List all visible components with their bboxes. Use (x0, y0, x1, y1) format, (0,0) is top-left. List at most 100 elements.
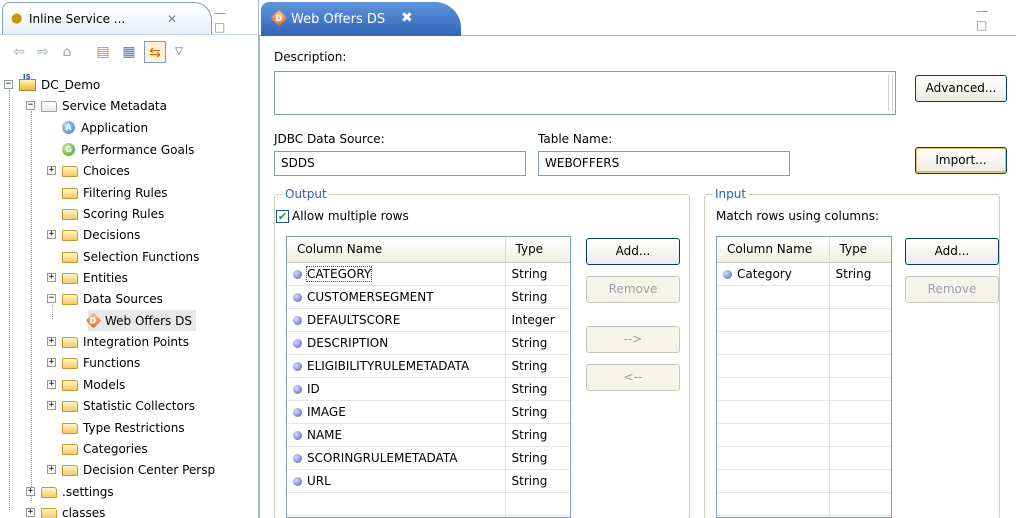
window-controls[interactable]: — □ (214, 6, 258, 34)
forward-arrow-icon[interactable]: ⇨ (32, 41, 54, 63)
collapse-icon[interactable]: − (47, 294, 56, 303)
folder-icon (62, 230, 78, 241)
table-row-empty (717, 354, 891, 378)
table-row[interactable]: CUSTOMERSEGMENT String (287, 285, 570, 309)
column-header-name[interactable]: Column Name (287, 237, 506, 263)
tree-node-performance-goals[interactable]: G Performance Goals (62, 139, 194, 160)
output-columns-table[interactable]: Column Name Type CATEGORY String CUSTOMER… (286, 236, 571, 518)
column-name: ELIGIBILITYRULEMETADATA (307, 358, 470, 373)
move-to-input-button[interactable]: --> (586, 326, 680, 353)
column-header-name[interactable]: Column Name (717, 237, 830, 263)
table-row[interactable]: ID String (287, 377, 570, 401)
tree-node-data-sources[interactable]: − Data Sources (47, 288, 163, 309)
description-field[interactable] (274, 71, 896, 115)
column-name: CUSTOMERSEGMENT (307, 289, 434, 304)
collapse-icon[interactable]: − (4, 80, 13, 89)
tree-node-dc-demo[interactable]: − IS DC_Demo (4, 73, 100, 95)
tree-node-choices[interactable]: + Choices (47, 160, 130, 181)
tree-node-label: Models (83, 377, 126, 392)
tab-inline-service-explorer[interactable]: ● Inline Service ... ✕ (2, 2, 212, 34)
tree-node-label: Decision Center Persp (83, 462, 216, 477)
window-controls[interactable]: — □ (976, 4, 1016, 32)
expand-icon[interactable]: + (26, 508, 35, 517)
table-row-empty (717, 446, 891, 470)
collapse-all-icon[interactable]: ▤ (92, 41, 114, 63)
tree-node-scoring-rules[interactable]: Scoring Rules (62, 203, 164, 224)
table-name-field[interactable]: WEBOFFERS (538, 151, 790, 176)
tree-node-decisions[interactable]: + Decisions (47, 224, 140, 245)
tree-node-decision-center-perspective[interactable]: + Decision Center Persp (47, 459, 215, 480)
close-icon[interactable]: ✖ (401, 10, 413, 26)
tree-node-web-offers-ds[interactable]: D Web Offers DS (85, 310, 196, 331)
expand-icon[interactable]: + (47, 358, 56, 367)
table-row[interactable]: NAME String (287, 423, 570, 447)
tree-node-label: Type Restrictions (83, 420, 185, 435)
column-name: IMAGE (307, 404, 346, 419)
tree-node-functions[interactable]: + Functions (47, 352, 140, 373)
input-remove-button[interactable]: Remove (905, 276, 999, 303)
home-icon[interactable]: ⌂ (56, 41, 78, 63)
link-editor-icon[interactable]: ▦ (118, 41, 140, 63)
tree-node-service-metadata[interactable]: − Service Metadata (26, 95, 167, 116)
tree-node-settings[interactable]: + .settings (26, 481, 114, 502)
tree-node-selection-functions[interactable]: Selection Functions (62, 246, 199, 267)
table-row[interactable]: CATEGORY String (287, 262, 570, 286)
table-row[interactable]: DEFAULTSCORE Integer (287, 308, 570, 332)
description-label: Description: (274, 50, 347, 64)
match-rows-label: Match rows using columns: (716, 209, 880, 223)
tree-node-models[interactable]: + Models (47, 374, 125, 395)
tree-node-filtering-rules[interactable]: Filtering Rules (62, 182, 167, 203)
column-type: String (505, 285, 570, 309)
advanced-button[interactable]: Advanced... (915, 75, 1007, 102)
folder-icon (62, 273, 78, 284)
sync-icon[interactable]: ⇆ (144, 41, 166, 63)
expand-icon[interactable]: + (47, 166, 56, 175)
output-remove-button[interactable]: Remove (586, 276, 680, 303)
table-row[interactable]: ELIGIBILITYRULEMETADATA String (287, 354, 570, 378)
expand-icon[interactable]: + (47, 465, 56, 474)
description-scrollbar[interactable] (888, 75, 893, 111)
expand-icon[interactable]: + (47, 273, 56, 282)
editor-tabbar: D Web Offers DS ✖ — □ (259, 0, 1016, 36)
tree-node-integration-points[interactable]: + Integration Points (47, 331, 189, 352)
tab-web-offers-ds[interactable]: D Web Offers DS ✖ (261, 2, 461, 36)
input-add-button[interactable]: Add... (905, 238, 999, 265)
column-name: NAME (307, 427, 343, 442)
close-icon[interactable]: ✕ (167, 12, 177, 26)
import-button[interactable]: Import... (915, 147, 1007, 174)
tree-node-statistic-collectors[interactable]: + Statistic Collectors (47, 395, 195, 416)
expand-icon[interactable]: + (47, 230, 56, 239)
expand-icon[interactable]: + (26, 487, 35, 496)
column-header-type[interactable]: Type (505, 237, 570, 263)
column-name: DEFAULTSCORE (307, 312, 401, 327)
collapse-icon[interactable]: − (26, 101, 35, 110)
checkbox-checked-icon[interactable]: ✔ (276, 209, 289, 223)
allow-multiple-rows-checkbox[interactable]: ✔ Allow multiple rows (276, 209, 409, 223)
table-row[interactable]: DESCRIPTION String (287, 331, 570, 355)
tree-node-type-restrictions[interactable]: Type Restrictions (62, 417, 185, 438)
table-row[interactable]: URL String (287, 469, 570, 493)
expand-icon[interactable]: + (47, 380, 56, 389)
column-icon (293, 430, 302, 440)
column-icon (293, 292, 302, 302)
table-row-empty (717, 285, 891, 309)
column-type: String (505, 400, 570, 424)
back-arrow-icon[interactable]: ⇦ (8, 41, 30, 63)
output-add-button[interactable]: Add... (586, 238, 680, 265)
move-to-output-button[interactable]: <-- (586, 364, 680, 391)
column-name: CATEGORY (305, 265, 373, 282)
tree-node-label: classes (62, 505, 106, 518)
column-header-type[interactable]: Type (829, 237, 891, 263)
tree-node-entities[interactable]: + Entities (47, 267, 128, 288)
tree-node-classes[interactable]: + classes (26, 502, 105, 518)
tree-node-application[interactable]: A Application (62, 117, 148, 138)
view-menu-icon[interactable]: ▽ (168, 41, 190, 63)
table-row[interactable]: IMAGE String (287, 400, 570, 424)
table-row[interactable]: Category String (717, 262, 891, 286)
expand-icon[interactable]: + (47, 337, 56, 346)
tree-node-categories[interactable]: Categories (62, 438, 148, 459)
expand-icon[interactable]: + (47, 401, 56, 410)
table-row[interactable]: SCORINGRULEMETADATA String (287, 446, 570, 470)
input-columns-table[interactable]: Column Name Type Category String (716, 236, 892, 518)
jdbc-data-source-field[interactable]: SDDS (274, 151, 526, 176)
